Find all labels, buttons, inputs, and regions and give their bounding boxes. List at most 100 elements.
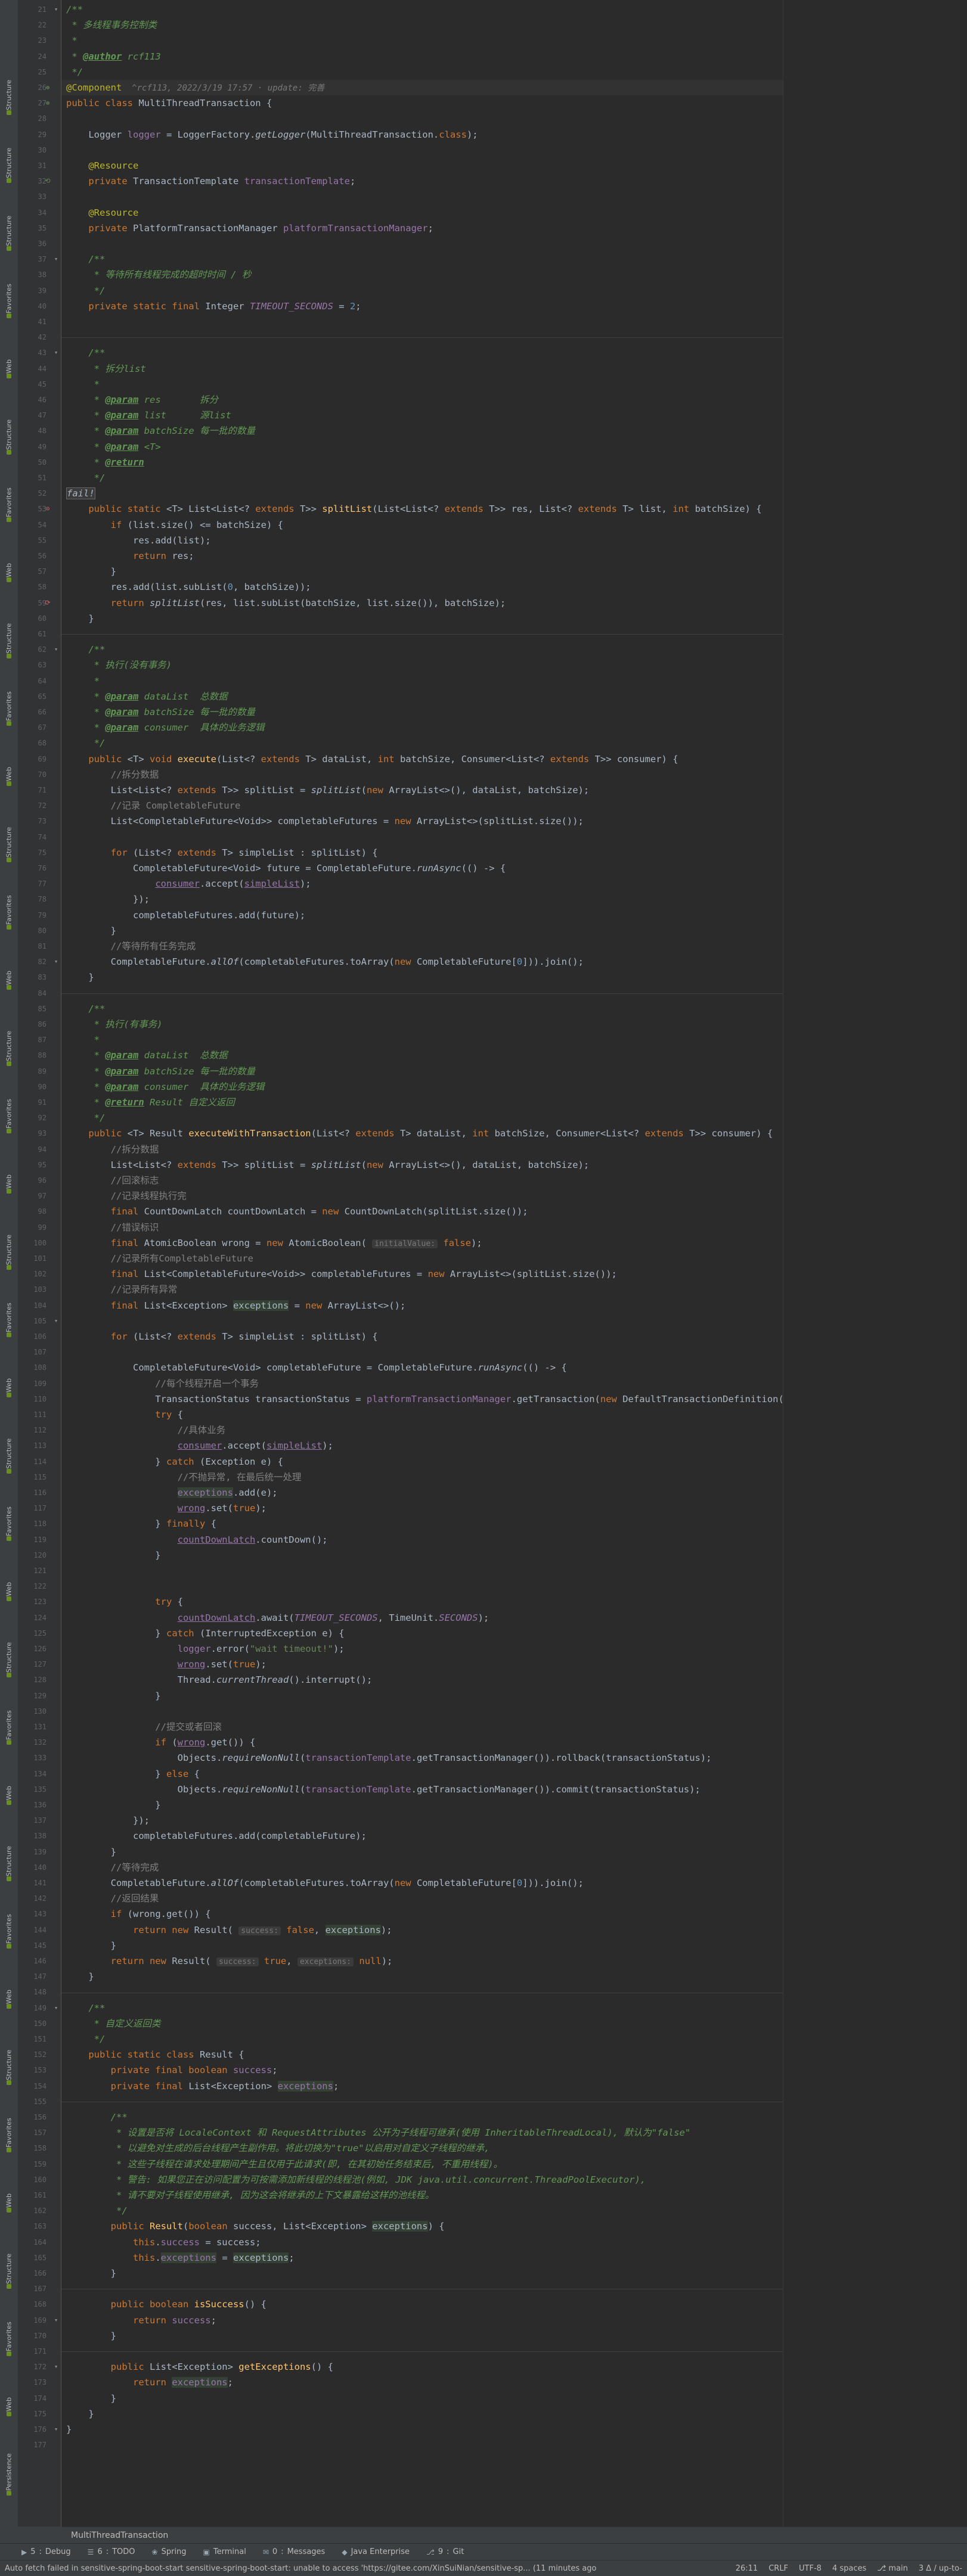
toolwindow-debug[interactable]: ▶ 5: Debug <box>21 2547 71 2556</box>
code-line[interactable]: return new Result( success: true, except… <box>61 1953 783 1969</box>
fold-toggle-icon[interactable]: ▾ <box>52 256 60 263</box>
side-tab-web[interactable]: Web <box>2 1770 16 1823</box>
code-line[interactable]: private TransactionTemplate transactionT… <box>61 173 783 189</box>
side-tab-web[interactable]: Web <box>2 2177 16 2231</box>
code-line[interactable]: @Component ^rcf113, 2022/3/19 17:57 · up… <box>61 80 783 96</box>
code-line[interactable] <box>61 189 783 204</box>
code-line[interactable]: * 以避免对生成的后台线程产生副作用。将此切换为"true"以启用对自定义子线程… <box>61 2140 783 2156</box>
side-tab-web[interactable]: Web <box>2 1158 16 1212</box>
code-line[interactable]: Objects.requireNonNull(transactionTempla… <box>61 1750 783 1766</box>
code-line[interactable]: * 设置是否将 LocaleContext 和 RequestAttribute… <box>61 2125 783 2140</box>
side-tab-web[interactable]: Web <box>2 955 16 1008</box>
code-line[interactable]: private final List<Exception> exceptions… <box>61 2078 783 2094</box>
side-tab-structure[interactable]: Structure <box>2 1023 16 1076</box>
caret-position[interactable]: 26:11 <box>736 2564 758 2573</box>
indent-setting[interactable]: 4 spaces <box>832 2564 866 2573</box>
code-line[interactable] <box>61 1704 783 1719</box>
code-line[interactable]: * @param batchSize 每一批的数量 <box>61 1064 783 1079</box>
code-line[interactable]: * <box>61 377 783 392</box>
code-line[interactable]: * 请不要对子线程使用继承, 因为这会将继承的上下文暴露给这样的池线程。 <box>61 2187 783 2203</box>
side-tab-favorites[interactable]: Favorites <box>2 1498 16 1552</box>
code-line[interactable]: * 这些子线程在请求处理期间产生且仅用于此请求(即, 在其初始任务结束后, 不重… <box>61 2156 783 2172</box>
toolwindow-git[interactable]: ⎇ 9: Git <box>426 2547 464 2556</box>
code-line[interactable]: exceptions.add(e); <box>61 1485 783 1500</box>
code-line[interactable]: * @param res 拆分 <box>61 392 783 408</box>
side-tab-structure[interactable]: Structure <box>2 819 16 872</box>
side-tab-structure[interactable]: Structure <box>2 1226 16 1280</box>
code-line[interactable]: logger.error("wait timeout!"); <box>61 1641 783 1657</box>
code-line[interactable]: * 多线程事务控制类 <box>61 17 783 33</box>
code-line[interactable]: } <box>61 923 783 939</box>
editor-empty-area[interactable] <box>783 0 967 2527</box>
code-line[interactable]: } <box>61 1969 783 1984</box>
code-line[interactable]: } <box>61 1688 783 1704</box>
code-line[interactable]: fail! <box>61 486 783 501</box>
code-line[interactable]: try { <box>61 1594 783 1609</box>
code-line[interactable] <box>61 1344 783 1360</box>
code-line[interactable]: @Resource <box>61 158 783 173</box>
code-line[interactable]: final AtomicBoolean wrong = new AtomicBo… <box>61 1235 783 1251</box>
side-tab-favorites[interactable]: Favorites <box>2 1702 16 1755</box>
code-line[interactable]: } <box>61 1844 783 1860</box>
code-line[interactable]: private final boolean success; <box>61 2062 783 2078</box>
git-branch[interactable]: ⎇ main <box>877 2564 908 2573</box>
file-encoding[interactable]: UTF-8 <box>799 2564 822 2573</box>
navigate-injection-icon[interactable]: ⟲ <box>44 178 51 185</box>
side-tab-web[interactable]: Web <box>2 547 16 601</box>
side-tab-favorites[interactable]: Favorites <box>2 1090 16 1144</box>
code-line[interactable]: //提交或者回滚 <box>61 1719 783 1735</box>
code-line[interactable]: * @param batchSize 每一批的数量 <box>61 423 783 439</box>
side-tab-structure[interactable]: Structure <box>2 2041 16 2095</box>
code-line[interactable]: for (List<? extends T> simpleList : spli… <box>61 1329 783 1344</box>
code-line[interactable]: return res; <box>61 548 783 564</box>
code-line[interactable]: CompletableFuture<Void> future = Complet… <box>61 860 783 876</box>
side-tab-favorites[interactable]: Favorites <box>2 2313 16 2367</box>
code-line[interactable]: Logger logger = LoggerFactory.getLogger(… <box>61 127 783 142</box>
side-tab-web[interactable]: Web <box>2 343 16 397</box>
code-line[interactable]: wrong.set(true); <box>61 1500 783 1516</box>
code-line[interactable]: */ <box>61 283 783 299</box>
code-line[interactable]: wrong.set(true); <box>61 1657 783 1672</box>
code-line[interactable]: return exceptions; <box>61 2375 783 2390</box>
code-line[interactable]: } <box>61 2391 783 2406</box>
code-line[interactable]: //不抛异常, 在最后统一处理 <box>61 1469 783 1485</box>
code-line[interactable]: final CountDownLatch countDownLatch = ne… <box>61 1204 783 1219</box>
code-line[interactable]: * 拆分list <box>61 361 783 377</box>
code-line[interactable]: public static <T> List<List<? extends T>… <box>61 501 783 517</box>
side-tab-structure[interactable]: Structure <box>2 2245 16 2299</box>
code-line[interactable] <box>61 111 783 126</box>
code-line[interactable]: CompletableFuture.allOf(completableFutur… <box>61 1875 783 1891</box>
code-line[interactable]: //每个线程开启一个事务 <box>61 1376 783 1391</box>
fold-toggle-icon[interactable]: ▾ <box>52 2004 60 2012</box>
code-line[interactable] <box>61 236 783 251</box>
code-line[interactable]: } <box>61 2328 783 2344</box>
code-line[interactable]: } catch (InterruptedException e) { <box>61 1626 783 1641</box>
side-tab-structure[interactable]: Structure <box>2 615 16 669</box>
line-separator[interactable]: CRLF <box>768 2564 788 2573</box>
fold-toggle-icon[interactable]: ▾ <box>52 958 60 965</box>
code-line[interactable]: //拆分数据 <box>61 1142 783 1157</box>
toolwindow-java-enterprise[interactable]: ◆ Java Enterprise <box>342 2547 410 2556</box>
code-line[interactable]: * @return <box>61 455 783 470</box>
code-line[interactable]: } <box>61 970 783 985</box>
code-line[interactable] <box>61 142 783 158</box>
code-line[interactable]: * 自定义返回类 <box>61 2016 783 2031</box>
code-line[interactable]: //记录 CompletableFuture <box>61 798 783 813</box>
code-line[interactable]: } else { <box>61 1766 783 1782</box>
code-line[interactable]: * @return Result 自定义返回 <box>61 1095 783 1110</box>
code-line[interactable]: CompletableFuture<Void> completableFutur… <box>61 1360 783 1375</box>
side-tab-web[interactable]: Web <box>2 1362 16 1416</box>
code-line[interactable]: } <box>61 1938 783 1953</box>
spring-bean-icon[interactable]: ❁ <box>44 100 51 107</box>
code-line[interactable]: //等待完成 <box>61 1860 783 1875</box>
code-line[interactable]: */ <box>61 470 783 486</box>
code-line[interactable]: * @param <T> <box>61 439 783 455</box>
code-line[interactable]: } finally { <box>61 1516 783 1531</box>
file-breadcrumb[interactable]: MultiThreadTransaction <box>61 2527 967 2543</box>
code-line[interactable]: final List<Exception> exceptions = new A… <box>61 1298 783 1313</box>
code-line[interactable]: //错误标识 <box>61 1220 783 1235</box>
side-tab-favorites[interactable]: Favorites <box>2 1294 16 1348</box>
code-line[interactable]: private static final Integer TIMEOUT_SEC… <box>61 299 783 314</box>
code-line[interactable]: countDownLatch.countDown(); <box>61 1532 783 1548</box>
side-tab-favorites[interactable]: Favorites <box>2 1906 16 1959</box>
